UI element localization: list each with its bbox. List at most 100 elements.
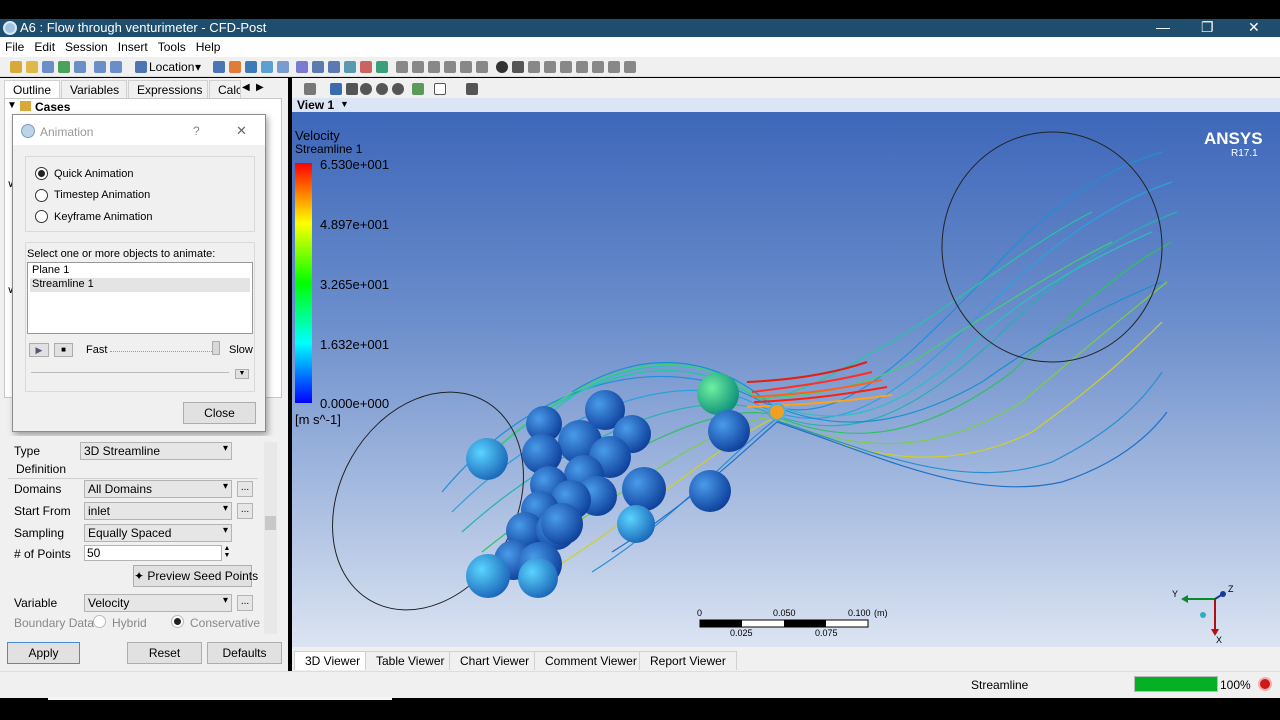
figure-icon[interactable]	[476, 61, 488, 73]
animation-icon[interactable]	[512, 61, 524, 73]
expand-icon[interactable]: ▼	[7, 100, 17, 111]
zoom-icon[interactable]	[360, 83, 372, 95]
details-scrollbar[interactable]	[264, 442, 277, 634]
highlight-icon[interactable]	[412, 83, 424, 95]
cfd-render[interactable]: Velocity Streamline 1 6.530e+001 4.897e+…	[292, 112, 1280, 647]
fit-view-icon[interactable]	[392, 83, 404, 95]
view-selector[interactable]: View 1	[297, 98, 334, 112]
text-icon[interactable]	[312, 61, 324, 73]
list-item[interactable]: Streamline 1	[30, 278, 250, 292]
maximize-button[interactable]: ❐	[1201, 19, 1214, 36]
points-stepper[interactable]: ▲ ▼	[222, 545, 232, 561]
tab-report-viewer[interactable]: Report Viewer	[639, 651, 737, 670]
hybrid-radio[interactable]	[93, 615, 106, 628]
3d-viewer[interactable]: Velocity Streamline 1 6.530e+001 4.897e+…	[292, 112, 1280, 647]
rotate-icon[interactable]	[330, 83, 342, 95]
tree-root[interactable]: Cases	[35, 100, 70, 114]
play-button[interactable]: ▶	[29, 343, 49, 357]
help-button[interactable]: ?	[193, 124, 200, 138]
viewport-layout-icon[interactable]	[434, 83, 446, 95]
tab-table-viewer[interactable]: Table Viewer	[365, 651, 456, 670]
dialog-close-icon[interactable]: ✕	[236, 123, 247, 139]
isosurface-icon[interactable]	[296, 61, 308, 73]
tab-expressions[interactable]: Expressions	[128, 80, 208, 98]
chart-icon[interactable]	[444, 61, 456, 73]
contour-icon[interactable]	[229, 61, 241, 73]
type-select[interactable]: 3D Streamline	[80, 442, 232, 460]
zoom-box-icon[interactable]	[376, 83, 388, 95]
timestep-animation-radio[interactable]	[35, 189, 48, 202]
variable-more-button[interactable]: ...	[237, 595, 253, 611]
menu-help[interactable]: Help	[191, 37, 226, 54]
expression-icon[interactable]	[412, 61, 424, 73]
tab-variables[interactable]: Variables	[61, 80, 127, 98]
interrupt-icon[interactable]	[1258, 677, 1272, 691]
particle-track-icon[interactable]	[261, 61, 273, 73]
points-input[interactable]: 50	[84, 545, 222, 561]
probe-tool-icon[interactable]	[466, 83, 478, 95]
tab-scroll-right-icon[interactable]: ▶	[256, 82, 264, 93]
command-editor-icon[interactable]	[624, 61, 636, 73]
conservative-radio[interactable]	[171, 615, 184, 628]
stop-button[interactable]: ■	[54, 343, 73, 357]
list-item[interactable]: Plane 1	[30, 264, 250, 278]
open-icon[interactable]	[26, 61, 38, 73]
quick-editor-icon[interactable]	[528, 61, 540, 73]
view-dropdown-icon[interactable]: ▼	[340, 99, 349, 109]
menu-insert[interactable]: Insert	[113, 37, 153, 54]
undo-icon[interactable]	[94, 61, 106, 73]
menu-tools[interactable]: Tools	[153, 37, 191, 54]
select-icon[interactable]	[304, 83, 316, 95]
speed-slider-thumb[interactable]	[212, 341, 220, 355]
preview-seed-points-button[interactable]: ✦ Preview Seed Points	[133, 565, 258, 587]
tab-outline[interactable]: Outline	[4, 80, 60, 98]
vector-icon[interactable]	[213, 61, 225, 73]
variable-icon[interactable]	[396, 61, 408, 73]
tab-comment-viewer[interactable]: Comment Viewer	[534, 651, 648, 670]
expand-more-button[interactable]: ▼	[235, 369, 249, 379]
start-from-more-button[interactable]: ...	[237, 503, 253, 519]
pan-icon[interactable]	[346, 83, 358, 95]
apply-button[interactable]: Apply	[7, 642, 80, 664]
scrollbar-thumb[interactable]	[265, 516, 276, 530]
tab-scroll-left-icon[interactable]: ◀	[242, 82, 250, 93]
tab-3d-viewer[interactable]: 3D Viewer	[294, 651, 372, 670]
menu-session[interactable]: Session	[60, 37, 113, 54]
domains-select[interactable]: All Domains	[84, 480, 232, 498]
menu-file[interactable]: File	[0, 37, 29, 54]
location-dropdown[interactable]: Location ▾	[133, 58, 207, 76]
function-calc-icon[interactable]	[560, 61, 572, 73]
defaults-button[interactable]: Defaults	[207, 642, 282, 664]
probe-icon[interactable]	[544, 61, 556, 73]
speed-slider-track[interactable]	[110, 351, 220, 352]
streamline-icon[interactable]	[245, 61, 257, 73]
sampling-select[interactable]: Equally Spaced	[84, 524, 232, 542]
close-window-button[interactable]: ✕	[1248, 19, 1260, 36]
redo-icon[interactable]	[110, 61, 122, 73]
clip-plane-icon[interactable]	[328, 61, 340, 73]
color-map-icon[interactable]	[344, 61, 356, 73]
comment-icon[interactable]	[460, 61, 472, 73]
horizontal-scrollbar[interactable]	[48, 697, 392, 700]
reset-button[interactable]: Reset	[127, 642, 202, 664]
save-icon[interactable]	[42, 61, 54, 73]
new-case-icon[interactable]	[10, 61, 22, 73]
legend-icon[interactable]	[360, 61, 372, 73]
macro-icon[interactable]	[576, 61, 588, 73]
domains-more-button[interactable]: ...	[237, 481, 253, 497]
tab-chart-viewer[interactable]: Chart Viewer	[449, 651, 541, 670]
timestep-icon[interactable]	[496, 61, 508, 73]
minimize-button[interactable]: —	[1156, 19, 1170, 35]
instance-transform-icon[interactable]	[376, 61, 388, 73]
start-from-select[interactable]: inlet	[84, 502, 232, 520]
tab-calculators[interactable]: Calc	[209, 80, 241, 98]
objects-list[interactable]: Plane 1 Streamline 1	[27, 262, 253, 334]
mesh-calc-icon[interactable]	[592, 61, 604, 73]
table-icon[interactable]	[428, 61, 440, 73]
case-compare-icon[interactable]	[608, 61, 620, 73]
reload-icon[interactable]	[58, 61, 70, 73]
variable-select[interactable]: Velocity	[84, 594, 232, 612]
close-button[interactable]: Close	[183, 402, 256, 424]
print-icon[interactable]	[74, 61, 86, 73]
menu-edit[interactable]: Edit	[29, 37, 60, 54]
